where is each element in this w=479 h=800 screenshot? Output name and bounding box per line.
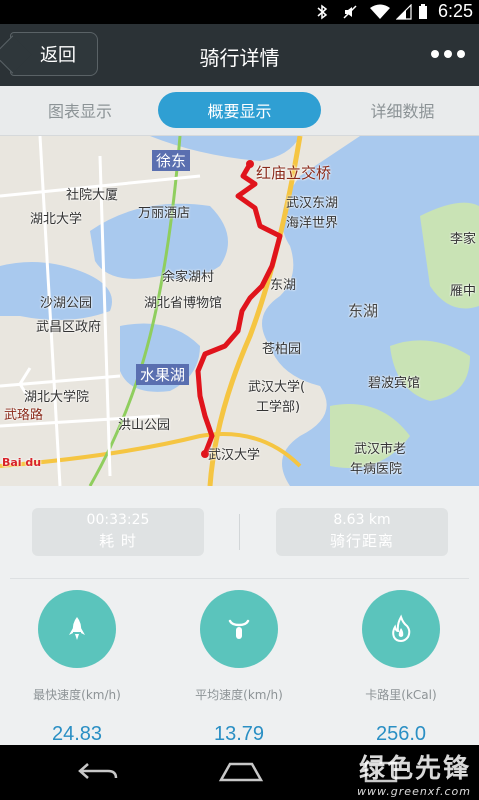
- map-label: 徐东: [152, 150, 191, 171]
- more-options-icon[interactable]: [431, 46, 467, 62]
- nav-home-icon[interactable]: [218, 759, 264, 785]
- map-label: 余家湖村: [162, 270, 215, 285]
- map-label: 湖北大学: [30, 212, 83, 227]
- map-label: 东湖: [348, 302, 379, 320]
- watermark-url: www.greenxf.com: [357, 785, 471, 798]
- map-label: 武汉大学: [208, 448, 261, 463]
- map-label: 海洋世界: [286, 216, 339, 231]
- map-label: 苍柏园: [262, 342, 302, 357]
- flame-icon: [392, 614, 411, 643]
- tab-chart[interactable]: 图表显示: [20, 92, 140, 128]
- view-tabs: 图表显示 概要显示 详细数据: [0, 86, 479, 136]
- avg-speed-value: 13.79: [213, 723, 265, 745]
- divider: [10, 578, 469, 579]
- app-bar: 返回 骑行详情: [0, 24, 479, 86]
- map-label: 东湖: [270, 278, 297, 293]
- page-title: 骑行详情: [199, 46, 280, 70]
- map-label: 万丽酒店: [138, 206, 191, 221]
- map-label: 碧波宾馆: [368, 376, 421, 391]
- route-map[interactable]: 徐东 红庙立交桥 社院大厦 万丽酒店 湖北大学 武汉东湖 海洋世界 余家湖村 湖…: [0, 136, 479, 486]
- tab-details[interactable]: 详细数据: [340, 92, 465, 128]
- duration-label: 耗 时: [99, 532, 137, 550]
- calories-value: 256.0: [375, 723, 427, 745]
- distance-value: 8.63 km: [333, 512, 391, 528]
- distance-label: 骑行距离: [329, 532, 394, 550]
- map-label: 武汉大学(: [248, 380, 306, 395]
- map-label: 雁中: [450, 284, 477, 299]
- duration-value: 00:33:25: [86, 512, 150, 528]
- map-label: 社院大厦: [66, 188, 119, 203]
- max-speed-value: 24.83: [51, 723, 103, 745]
- map-label: 沙湖公园: [40, 296, 93, 311]
- max-speed-metric: 最快速度(km/h) 24.83: [17, 590, 137, 746]
- signal-icon: [396, 4, 412, 20]
- map-label: 红庙立交桥: [256, 164, 332, 182]
- calories-metric: 卡路里(kCal) 256.0: [341, 590, 461, 746]
- watermark: 绿色先锋 www.greenxf.com: [357, 748, 471, 798]
- map-label: 武汉东湖: [286, 196, 339, 211]
- route-start-marker: [246, 160, 254, 168]
- calories-label: 卡路里(kCal): [365, 688, 437, 702]
- map-label: 湖北省博物馆: [144, 296, 223, 311]
- bluetooth-icon: [317, 4, 328, 20]
- map-label: 水果湖: [136, 364, 190, 385]
- mute-icon: [343, 5, 357, 19]
- rocket-icon: [69, 617, 85, 640]
- distance-box: 8.63 km 骑行距离: [276, 508, 448, 556]
- avg-speed-label: 平均速度(km/h): [195, 688, 283, 702]
- avg-speed-metric: 平均速度(km/h) 13.79: [179, 590, 299, 746]
- stats-panel: 00:33:25 耗 时 8.63 km 骑行距离 最快速度(km/h) 24.…: [0, 486, 479, 746]
- clock: 6:25: [437, 1, 473, 21]
- map-label: 工学部): [256, 400, 301, 415]
- map-label: 武昌区政府: [36, 320, 102, 335]
- map-label: 李家: [450, 232, 477, 247]
- baidu-logo: Bai du: [2, 456, 42, 469]
- map-label: 湖北大学院: [24, 390, 90, 405]
- bicycle-icon: [228, 619, 250, 639]
- tab-summary[interactable]: 概要显示: [158, 92, 321, 128]
- watermark-title: 绿色先锋: [358, 754, 471, 784]
- map-label: 洪山公园: [118, 418, 171, 433]
- max-speed-label: 最快速度(km/h): [33, 688, 121, 702]
- nav-back-icon[interactable]: [76, 759, 120, 785]
- map-label: 年病医院: [350, 462, 403, 477]
- divider: [239, 514, 240, 550]
- sha-lake: [0, 262, 112, 320]
- map-label: 武珞路: [4, 408, 44, 423]
- battery-icon: [419, 4, 427, 19]
- map-label: 武汉市老: [354, 442, 407, 457]
- status-bar: 6:25: [0, 0, 479, 24]
- duration-box: 00:33:25 耗 时: [32, 508, 204, 556]
- wifi-icon: [370, 4, 390, 19]
